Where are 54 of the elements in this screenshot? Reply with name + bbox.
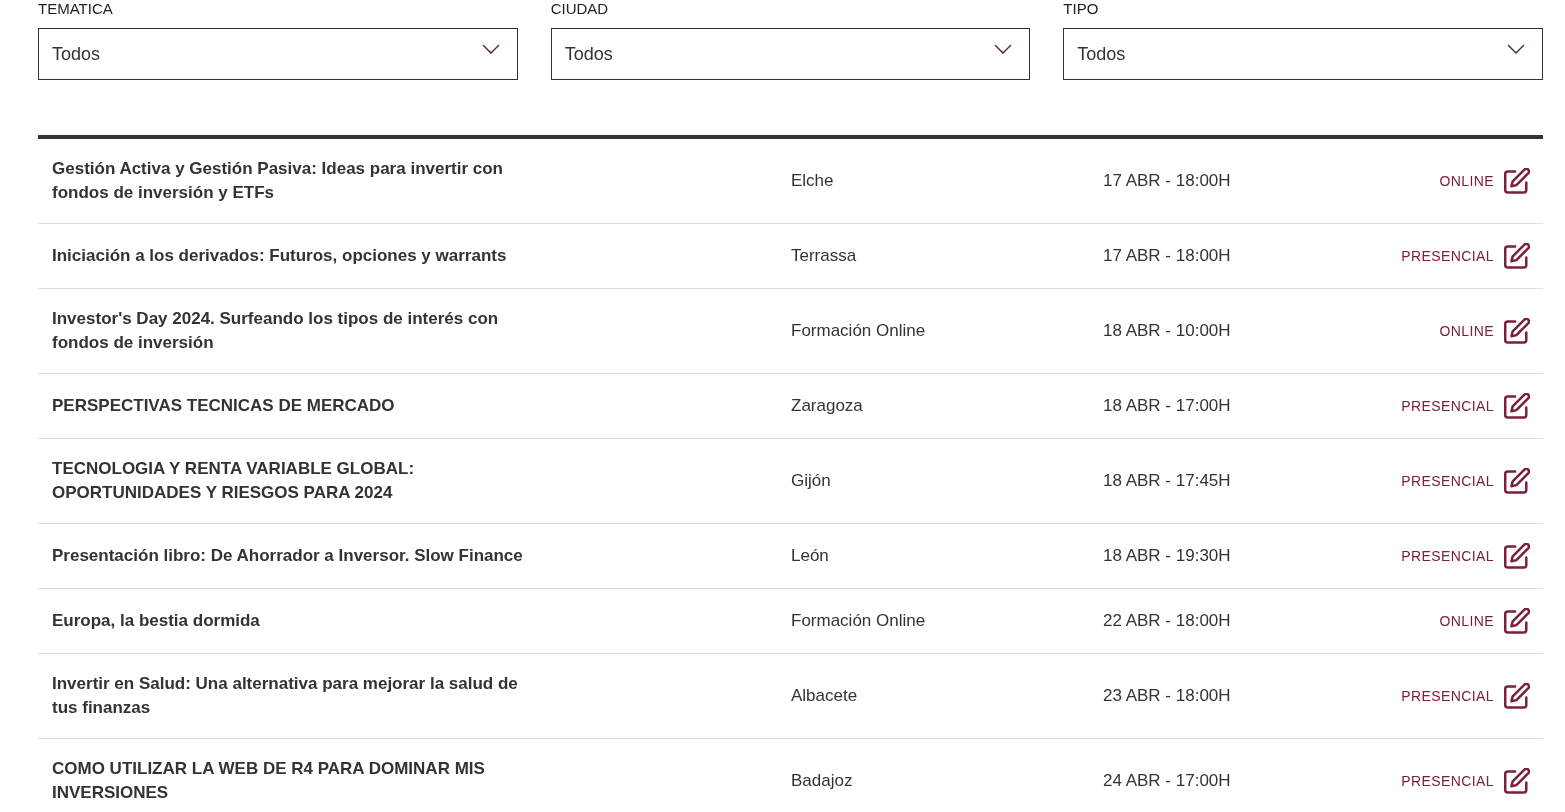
event-city: Badajoz <box>791 770 853 792</box>
event-date: 18 ABR - 17:00H <box>1103 395 1231 417</box>
edit-icon[interactable] <box>1504 768 1530 794</box>
event-city: Formación Online <box>791 320 926 342</box>
event-type-label: ONLINE <box>1439 323 1494 339</box>
edit-icon[interactable] <box>1504 543 1530 569</box>
event-type-label: PRESENCIAL <box>1401 473 1494 489</box>
filter-dropdown[interactable]: Todos <box>38 28 518 80</box>
edit-icon[interactable] <box>1504 608 1530 634</box>
event-type-label: PRESENCIAL <box>1401 248 1494 264</box>
event-title: TECNOLOGIA Y RENTA VARIABLE GLOBAL: OPORTUNIDADES Y RIESGOS PARA 2024 <box>52 458 415 504</box>
event-type-label: PRESENCIAL <box>1401 688 1494 704</box>
event-title: Europa, la bestia dormida <box>52 610 260 632</box>
event-type-label: PRESENCIAL <box>1401 548 1494 564</box>
filter-label: TIPO <box>1063 0 1099 18</box>
chevron-down-icon <box>994 44 1013 54</box>
event-title: Presentación libro: De Ahorrador a Inversor. Slow Finance <box>52 545 523 567</box>
event-type-label: PRESENCIAL <box>1401 773 1494 789</box>
chevron-down-icon <box>1507 44 1525 54</box>
event-type-label: ONLINE <box>1439 173 1494 189</box>
edit-icon[interactable] <box>1504 683 1530 709</box>
event-city: Albacete <box>791 685 858 707</box>
filter-dropdown[interactable]: Todos <box>1063 28 1543 80</box>
event-title: Invertir en Salud: Una alternativa para mejorar la salud de tus finanzas <box>52 673 518 719</box>
chevron-down-icon <box>481 44 500 54</box>
filter-label: CIUDAD <box>550 0 609 18</box>
event-date: 18 ABR - 10:00H <box>1103 320 1231 342</box>
filter-dropdown[interactable]: Todos <box>550 28 1031 80</box>
event-date: 18 ABR - 17:45H <box>1103 470 1231 492</box>
event-city: León <box>791 545 829 567</box>
event-city: Gijón <box>791 470 831 492</box>
edit-icon[interactable] <box>1504 468 1530 494</box>
event-city: Formación Online <box>791 610 926 632</box>
edit-icon[interactable] <box>1504 318 1530 344</box>
event-type-label: ONLINE <box>1439 613 1494 629</box>
event-title: Gestión Activa y Gestión Pasiva: Ideas para invertir con fondos de inversión y ETFs <box>52 158 503 204</box>
event-date: 23 ABR - 18:00H <box>1103 685 1231 707</box>
event-title: Investor's Day 2024. Surfeando los tipos de interés con fondos de inversión <box>52 308 499 354</box>
event-date: 18 ABR - 19:30H <box>1103 545 1231 567</box>
event-date: 17 ABR - 18:00H <box>1103 170 1231 192</box>
edit-icon[interactable] <box>1504 168 1530 194</box>
event-city: Zaragoza <box>791 395 863 417</box>
edit-icon[interactable] <box>1504 243 1530 269</box>
filter-label: TEMATICA <box>38 0 113 18</box>
event-city: Terrassa <box>791 245 857 267</box>
edit-icon[interactable] <box>1504 393 1530 419</box>
event-date: 22 ABR - 18:00H <box>1103 610 1231 632</box>
event-type-label: PRESENCIAL <box>1401 398 1494 414</box>
event-city: Elche <box>791 170 834 192</box>
event-title: Iniciación a los derivados: Futuros, opciones y warrants <box>52 245 507 267</box>
event-date: 17 ABR - 18:00H <box>1103 245 1231 267</box>
event-title: COMO UTILIZAR LA WEB DE R4 PARA DOMINAR MIS INVERSIONES <box>52 758 485 804</box>
event-date: 24 ABR - 17:00H <box>1103 770 1231 792</box>
event-title: PERSPECTIVAS TECNICAS DE MERCADO <box>52 395 395 417</box>
